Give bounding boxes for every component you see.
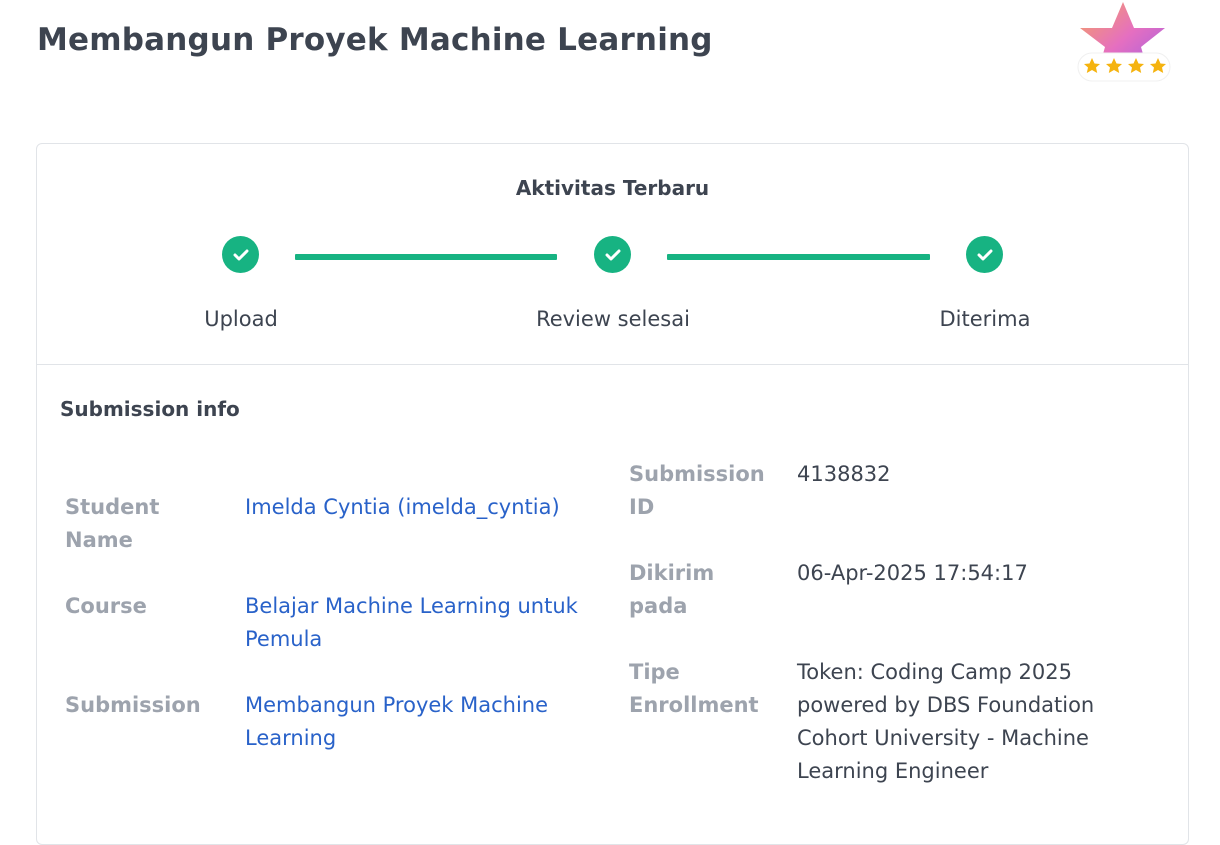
- submission-label: Submission: [65, 693, 201, 717]
- submission-link[interactable]: Membangun Proyek Machine Learning: [245, 689, 575, 755]
- submitted-at-value: 06-Apr-2025 17:54:17: [797, 561, 1028, 585]
- step-review-check-icon: [594, 236, 631, 273]
- submission-info-title: Submission info: [60, 397, 240, 421]
- course-link[interactable]: Belajar Machine Learning untuk Pemula: [245, 590, 595, 656]
- activity-title: Aktivitas Terbaru: [515, 176, 710, 200]
- step-label-upload: Upload: [204, 307, 278, 331]
- step-label-review: Review selesai: [536, 307, 690, 331]
- course-label: Course: [65, 594, 147, 618]
- student-name-label: Student Name: [65, 495, 160, 552]
- page-title: Membangun Proyek Machine Learning: [37, 22, 713, 58]
- submission-id-label: Submission ID: [629, 462, 765, 519]
- submission-card: Aktivitas Terbaru Upload Review selesai …: [36, 143, 1189, 845]
- section-divider: [37, 364, 1188, 365]
- enrollment-type-label: Tipe Enrollment: [629, 660, 759, 717]
- step-upload-check-icon: [222, 236, 259, 273]
- enrollment-type-value: Token: Coding Camp 2025 powered by DBS F…: [797, 660, 1095, 783]
- step-accepted-check-icon: [966, 236, 1003, 273]
- star-rating-badge-icon: [1070, 0, 1180, 92]
- submitted-at-label: Dikirim pada: [629, 561, 715, 618]
- submission-id-value: 4138832: [797, 462, 891, 486]
- step-label-accepted: Diterima: [939, 307, 1031, 331]
- student-name-link[interactable]: Imelda Cyntia (imelda_cyntia): [245, 491, 605, 524]
- step-connector-1: [295, 254, 557, 260]
- step-connector-2: [667, 254, 930, 260]
